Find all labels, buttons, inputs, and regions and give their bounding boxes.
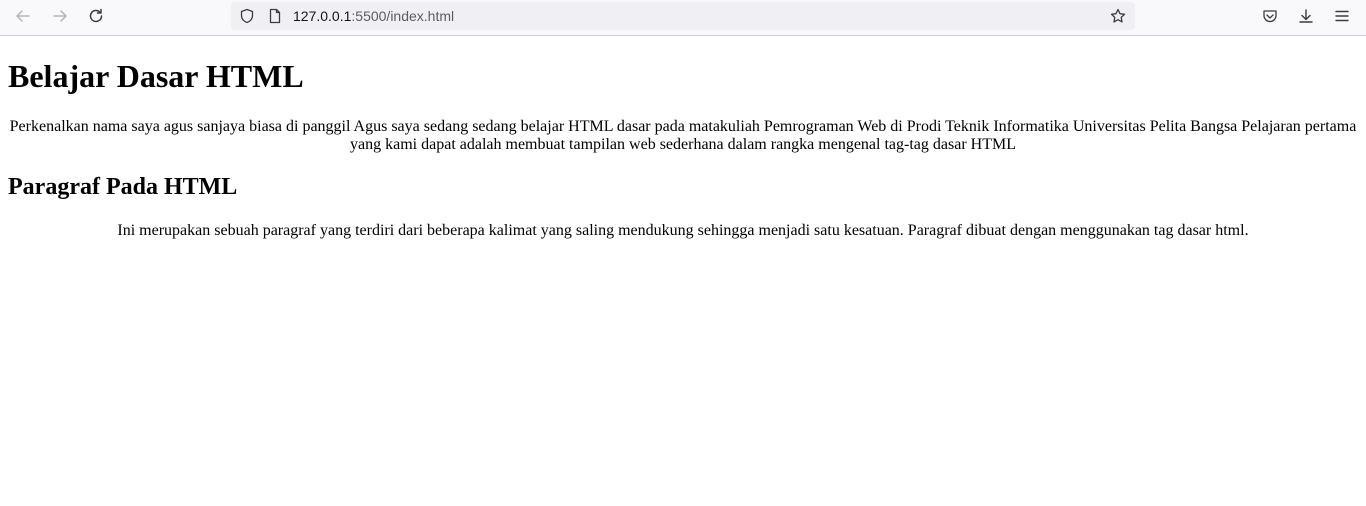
url-text[interactable]: 127.0.0.1:5500/index.html [293,8,454,24]
tracking-protection-shield-icon[interactable] [238,7,256,25]
forward-button[interactable] [46,4,74,28]
app-menu-button[interactable] [1328,4,1356,28]
downloads-button[interactable] [1292,4,1320,28]
section-paragraph: Ini merupakan sebuah paragraf yang terdi… [117,222,1249,239]
back-button[interactable] [9,4,37,28]
url-path: :5500/index.html [351,8,455,24]
bookmark-star-icon[interactable] [1109,7,1127,25]
reload-icon [89,8,103,23]
page-content: Belajar Dasar HTML Perkenalkan nama saya… [0,36,1366,506]
intro-paragraph: Perkenalkan nama saya agus sanjaya biasa… [9,118,1357,153]
url-host: 127.0.0.1 [293,8,352,24]
section-heading: Paragraf Pada HTML [8,174,238,200]
reload-button[interactable] [82,4,110,28]
pocket-button[interactable] [1256,4,1284,28]
back-arrow-icon [16,10,30,22]
forward-arrow-icon [53,10,67,22]
pocket-icon [1263,10,1277,23]
address-bar[interactable]: 127.0.0.1:5500/index.html [231,2,1135,30]
hamburger-menu-icon [1335,10,1349,22]
page-title: Belajar Dasar HTML [8,58,304,94]
page-info-icon[interactable] [266,7,284,25]
download-icon [1299,9,1313,23]
browser-toolbar: 127.0.0.1:5500/index.html [0,0,1366,36]
